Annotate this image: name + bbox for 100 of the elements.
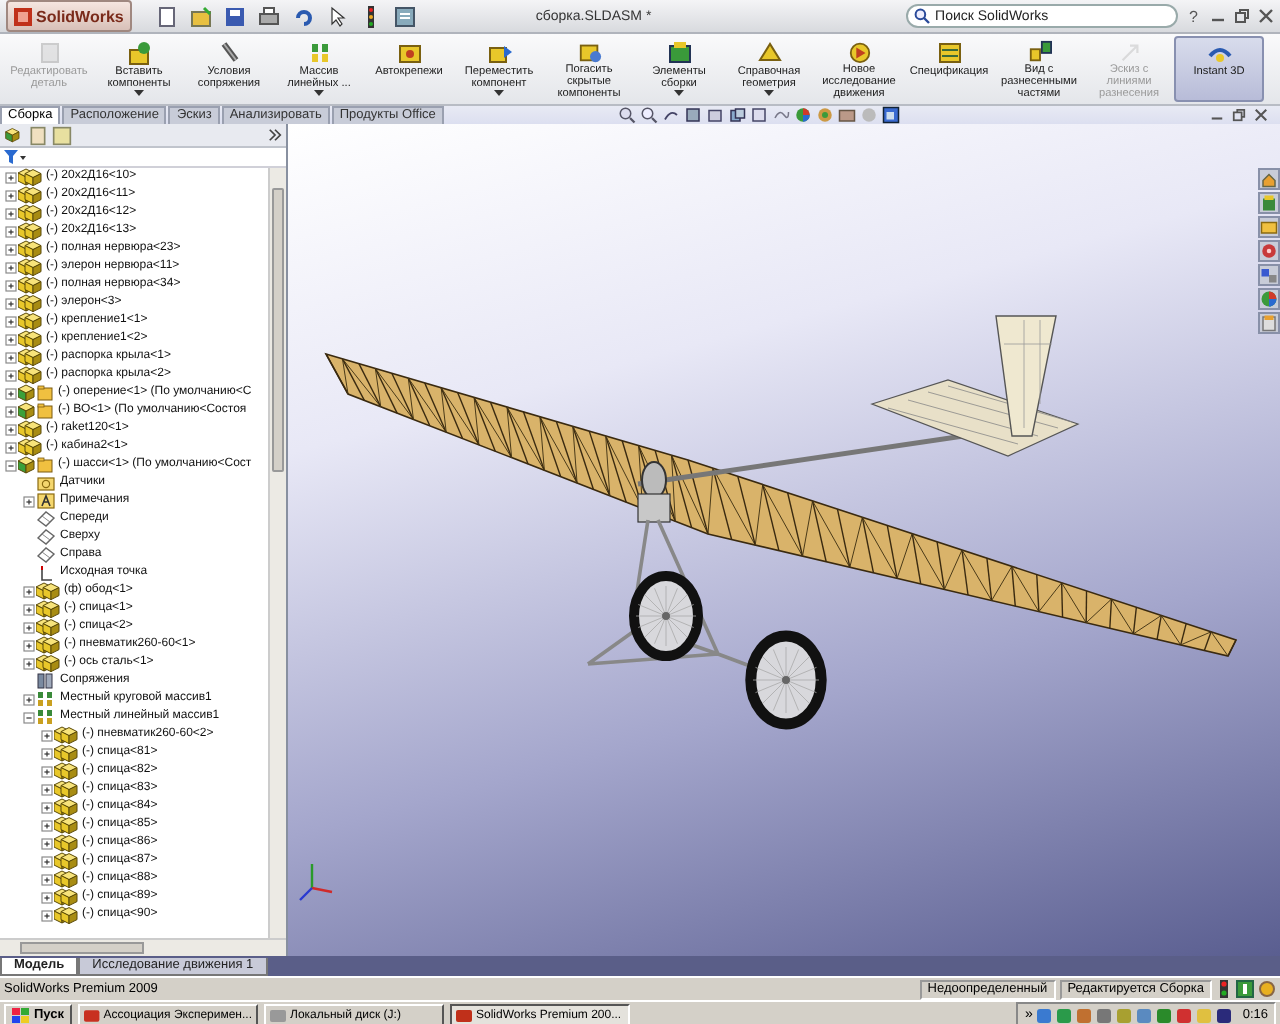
caret-icon[interactable]: [314, 90, 324, 96]
open-folder-icon[interactable]: [189, 5, 212, 27]
expand-toggle[interactable]: [22, 600, 36, 618]
expand-toggle[interactable]: [22, 636, 36, 654]
vertical-scrollbar[interactable]: [268, 168, 286, 938]
expand-toggle[interactable]: [4, 348, 18, 366]
part-icon: [54, 834, 78, 852]
section-view-icon[interactable]: [683, 106, 702, 124]
rebuild-icon[interactable]: [1216, 980, 1232, 998]
part-icon: [18, 240, 42, 258]
part-icon: [54, 870, 78, 888]
display-style-icon[interactable]: [749, 106, 768, 124]
view-orientation-icon[interactable]: [727, 106, 746, 124]
part-icon: [54, 780, 78, 798]
solidworks-icon: [456, 1007, 472, 1023]
caret-icon[interactable]: [764, 90, 774, 96]
expand-toggle[interactable]: [4, 384, 18, 402]
sensor-folder-icon: [36, 474, 56, 492]
expand-toggle[interactable]: [40, 798, 54, 816]
appearance-icon[interactable]: [793, 106, 812, 124]
color-wheel-tab[interactable]: [1258, 288, 1280, 310]
expand-toggle[interactable]: [4, 420, 18, 438]
expand-toggle[interactable]: [22, 492, 36, 510]
restore-icon[interactable]: [1232, 108, 1246, 122]
configuration-manager-tab-icon[interactable]: [52, 125, 72, 145]
undo-icon[interactable]: [291, 5, 314, 27]
part-icon: [18, 438, 42, 456]
expand-toggle[interactable]: [22, 654, 36, 672]
insert-component-icon: [125, 40, 153, 66]
expand-toggle[interactable]: [4, 402, 18, 420]
expand-toggle[interactable]: [40, 744, 54, 762]
expand-toggle[interactable]: [4, 168, 18, 186]
assembly-icon: [18, 384, 54, 402]
expand-toggle[interactable]: [4, 294, 18, 312]
expand-toggle[interactable]: [40, 852, 54, 870]
expand-toggle[interactable]: [40, 780, 54, 798]
expand-toggle[interactable]: [4, 240, 18, 258]
expand-toggle[interactable]: [4, 312, 18, 330]
printer-icon[interactable]: [257, 5, 280, 27]
close-icon[interactable]: [1254, 108, 1268, 122]
expand-toggle[interactable]: [4, 204, 18, 222]
expand-toggle[interactable]: [22, 582, 36, 600]
move-component-icon: [485, 40, 513, 66]
folder-tab[interactable]: [1258, 216, 1280, 238]
caret-icon[interactable]: [494, 90, 504, 96]
previous-view-icon[interactable]: [661, 106, 680, 124]
pattern-icon: [36, 708, 56, 726]
dynamic-annotation-icon[interactable]: [705, 106, 724, 124]
expand-toggle[interactable]: [4, 258, 18, 276]
graphics-viewport[interactable]: [288, 124, 1280, 956]
expand-toggle[interactable]: [4, 222, 18, 240]
assembly-icon: [18, 402, 54, 420]
zoom-fit-icon[interactable]: [617, 106, 636, 124]
feature-manager-tab-icon[interactable]: [4, 125, 24, 145]
expand-toggle[interactable]: [4, 330, 18, 348]
collapse-toggle[interactable]: [4, 456, 18, 474]
pointer-icon[interactable]: [325, 5, 348, 27]
expand-toggle[interactable]: [4, 276, 18, 294]
expand-toggle[interactable]: [22, 690, 36, 708]
filter-icon[interactable]: [4, 149, 26, 165]
drive-icon: [270, 1007, 286, 1023]
part-icon: [18, 420, 42, 438]
origin-icon: [36, 564, 56, 582]
expand-toggle[interactable]: [40, 762, 54, 780]
horizontal-scrollbar[interactable]: [0, 938, 286, 956]
clipboard-tab[interactable]: [1258, 312, 1280, 334]
expand-toggle[interactable]: [4, 366, 18, 384]
hide-show-icon[interactable]: [771, 106, 790, 124]
zoom-area-icon[interactable]: [639, 106, 658, 124]
expand-toggle[interactable]: [4, 186, 18, 204]
options-icon[interactable]: [393, 5, 416, 27]
table-icon: [935, 40, 963, 66]
expand-toggle[interactable]: [22, 618, 36, 636]
expand-toggle[interactable]: [40, 726, 54, 744]
triangle-icon: [755, 40, 783, 66]
collapse-toggle[interactable]: [22, 708, 36, 726]
expand-toggle[interactable]: [4, 438, 18, 456]
part-icon: [54, 762, 78, 780]
plane-icon: [36, 546, 56, 564]
clipboard-icon: [1260, 314, 1278, 332]
save-icon[interactable]: [223, 5, 246, 27]
help-icon[interactable]: [1236, 980, 1254, 998]
expand-toggle[interactable]: [40, 906, 54, 924]
expand-toggle[interactable]: [40, 870, 54, 888]
close-icon[interactable]: [1258, 8, 1274, 24]
view-3d-icon[interactable]: [881, 106, 900, 124]
part-icon: [18, 276, 42, 294]
part-icon: [54, 726, 78, 744]
expand-toggle[interactable]: [40, 816, 54, 834]
new-document-icon[interactable]: [155, 5, 178, 27]
caret-icon[interactable]: [134, 90, 144, 96]
caret-icon[interactable]: [674, 90, 684, 96]
chevron-icon[interactable]: [268, 128, 282, 142]
restore-icon[interactable]: [1234, 8, 1250, 24]
plane-icon: [36, 528, 56, 546]
expand-toggle[interactable]: [40, 888, 54, 906]
part-icon: [54, 906, 78, 924]
home-tab[interactable]: [1258, 168, 1280, 190]
help-button[interactable]: ?: [1185, 7, 1202, 25]
expand-toggle[interactable]: [40, 834, 54, 852]
